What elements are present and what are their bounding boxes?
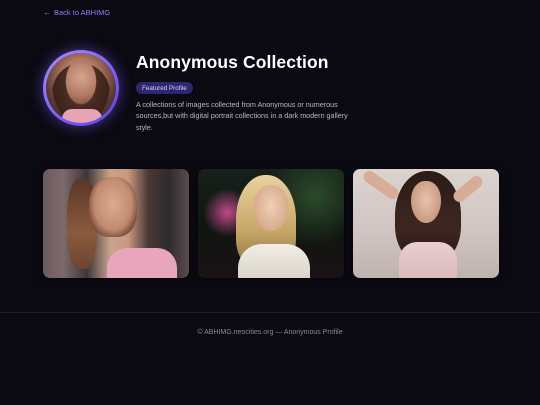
avatar[interactable] bbox=[43, 50, 119, 126]
gallery-photo-2[interactable] bbox=[198, 169, 344, 278]
back-link-label: Back to ABHIMG bbox=[54, 8, 111, 17]
footer-divider bbox=[0, 312, 540, 313]
page-title: Anonymous Collection bbox=[136, 52, 329, 72]
profile-description: A collections of images collected from A… bbox=[136, 99, 348, 132]
avatar-image bbox=[46, 53, 116, 123]
arrow-left-icon: ← bbox=[43, 7, 51, 17]
profile-info: Anonymous Collection Featured Profile A … bbox=[136, 50, 358, 133]
page: ← Back to ABHIMG Anonymous Collection Fe… bbox=[0, 0, 540, 405]
gallery-photo-1[interactable] bbox=[43, 169, 189, 278]
featured-badge: Featured Profile bbox=[136, 82, 193, 94]
back-link[interactable]: ← Back to ABHIMG bbox=[43, 8, 110, 17]
profile-header: Anonymous Collection Featured Profile A … bbox=[43, 50, 358, 133]
gallery-photo-3[interactable] bbox=[353, 169, 499, 278]
gallery bbox=[43, 169, 499, 278]
footer-text: © ABHIMG.neocities.org — Anonymous Profi… bbox=[197, 329, 343, 336]
